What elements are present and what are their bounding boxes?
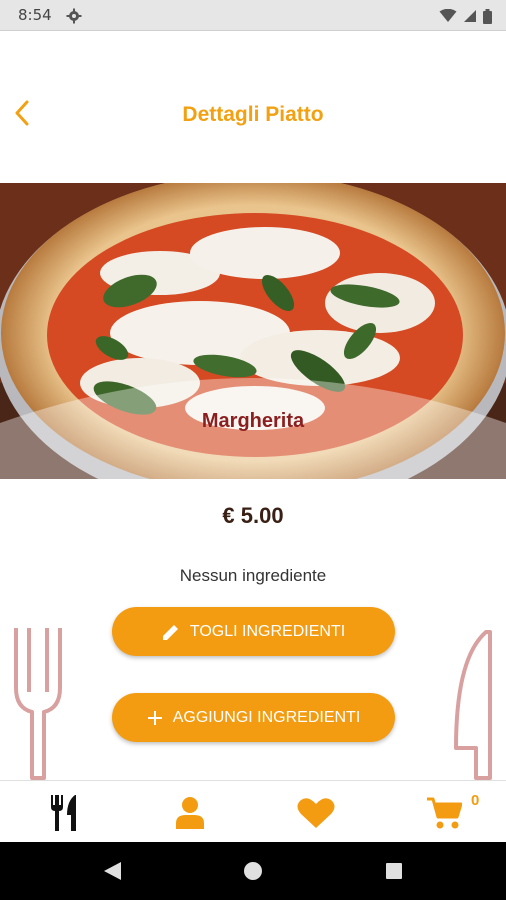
wifi-icon bbox=[439, 9, 457, 22]
menu-icon bbox=[51, 795, 76, 831]
remove-ingredients-button[interactable]: TOGLI INGREDIENTI bbox=[112, 607, 395, 656]
status-time: 8:54 bbox=[18, 6, 52, 24]
user-icon bbox=[176, 797, 204, 829]
ingredients-note: Nessun ingrediente bbox=[179, 566, 327, 585]
nav-cart[interactable] bbox=[424, 793, 464, 833]
system-nav-bar bbox=[0, 842, 506, 900]
app-header: Dettagli Piatto bbox=[0, 31, 506, 183]
remove-ingredients-label: TOGLI INGREDIENTI bbox=[189, 622, 346, 640]
home-circle-icon[interactable] bbox=[242, 860, 264, 882]
add-ingredients-label: AGGIUNGI INGREDIENTI bbox=[172, 708, 361, 726]
page-title: Dettagli Piatto bbox=[182, 103, 324, 126]
knife-decoration-icon bbox=[454, 630, 492, 780]
dish-price: € 5.00 bbox=[222, 503, 284, 528]
recents-square-icon[interactable] bbox=[383, 860, 405, 882]
status-icons bbox=[439, 8, 492, 24]
heart-icon bbox=[297, 798, 335, 828]
fork-decoration-icon bbox=[14, 628, 62, 780]
back-triangle-icon[interactable] bbox=[101, 860, 123, 882]
cart-count-badge: 0 bbox=[471, 792, 480, 809]
cart-icon bbox=[427, 797, 462, 829]
gear-icon bbox=[66, 8, 82, 24]
add-ingredients-button[interactable]: AGGIUNGI INGREDIENTI bbox=[112, 693, 395, 742]
battery-icon bbox=[483, 8, 492, 24]
dish-name: Margherita bbox=[201, 410, 305, 432]
nav-profile[interactable] bbox=[170, 793, 210, 833]
dish-image: Margherita bbox=[0, 183, 506, 479]
nav-favorites[interactable] bbox=[296, 793, 336, 833]
nav-menu[interactable] bbox=[44, 793, 84, 833]
pizza-image bbox=[0, 183, 506, 479]
status-bar: 8:54 bbox=[0, 0, 506, 31]
plus-icon bbox=[147, 710, 162, 725]
signal-icon bbox=[464, 10, 476, 22]
pencil-icon bbox=[162, 624, 178, 640]
bottom-nav bbox=[0, 780, 506, 842]
